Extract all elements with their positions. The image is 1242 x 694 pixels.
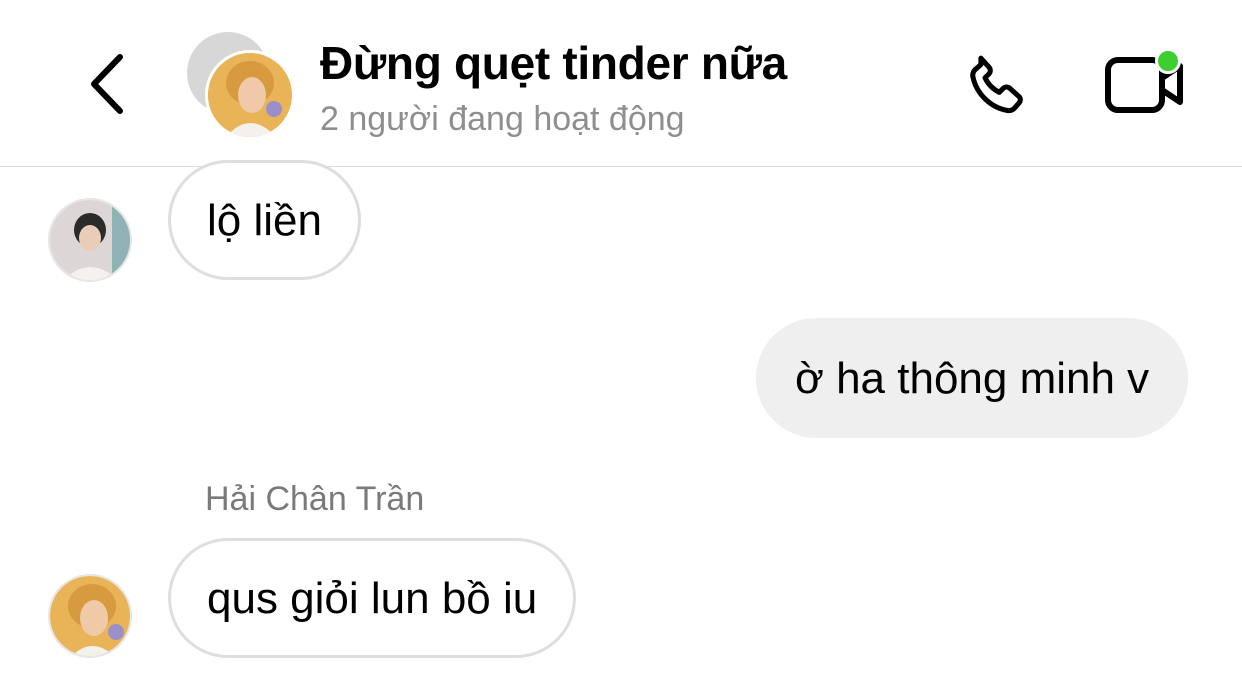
phone-icon (970, 55, 1023, 114)
conversation-title: Đừng quẹt tinder nữa (320, 37, 787, 89)
message-bubble[interactable]: lộ liền (168, 160, 361, 280)
online-indicator (1155, 48, 1181, 74)
message-bubble[interactable]: qus giỏi lun bồ iu (168, 538, 577, 658)
active-status: 2 người đang hoạt động (320, 100, 685, 138)
group-avatar[interactable] (185, 30, 297, 142)
chevron-left-icon (91, 54, 123, 114)
sender-avatar[interactable] (48, 574, 132, 658)
back-button[interactable] (78, 45, 138, 123)
audio-call-button[interactable] (960, 48, 1036, 124)
message-bubble-outgoing[interactable]: ờ ha thông minh v (756, 318, 1189, 438)
group-avatar-front (205, 50, 295, 140)
sender-name: Hải Chân Trần (205, 480, 425, 518)
sender-avatar[interactable] (48, 198, 132, 282)
chat-header: Đừng quẹt tinder nữa 2 người đang hoạt đ… (0, 0, 1242, 167)
